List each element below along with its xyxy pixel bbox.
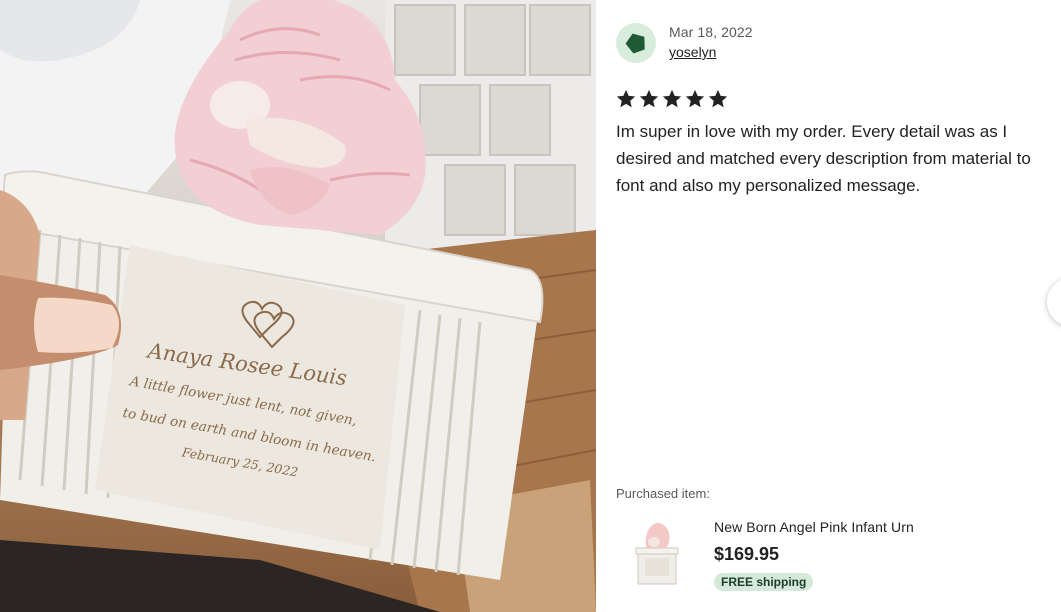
star-icon xyxy=(639,89,659,108)
next-review-button[interactable] xyxy=(1047,278,1061,326)
free-shipping-badge: FREE shipping xyxy=(714,573,814,591)
urn-photo-illustration: Anaya Rosee Louis A little flower just l… xyxy=(0,0,596,612)
star-rating xyxy=(615,88,729,110)
reviewer-name-link[interactable]: yoselyn xyxy=(669,44,716,60)
purchased-item-title-link[interactable]: New Born Angel Pink Infant Urn xyxy=(714,519,914,535)
pentagon-avatar-icon xyxy=(625,33,645,54)
urn-thumbnail-image xyxy=(635,522,679,585)
review-photo[interactable]: Anaya Rosee Louis A little flower just l… xyxy=(0,0,596,612)
purchased-item-price: $169.95 xyxy=(714,544,780,564)
star-icon xyxy=(616,89,636,108)
reviewer-avatar[interactable] xyxy=(616,23,656,63)
review-panel: Mar 18, 2022 yoselyn Im super in love wi… xyxy=(596,0,1061,612)
star-icon xyxy=(662,89,682,108)
star-icon xyxy=(708,89,728,108)
star-icon xyxy=(685,89,705,108)
review-text: Im super in love with my order. Every de… xyxy=(616,122,1031,195)
purchased-item-thumbnail[interactable] xyxy=(632,518,682,590)
purchased-item-label: Purchased item: xyxy=(616,486,710,501)
review-date: Mar 18, 2022 xyxy=(669,24,753,40)
